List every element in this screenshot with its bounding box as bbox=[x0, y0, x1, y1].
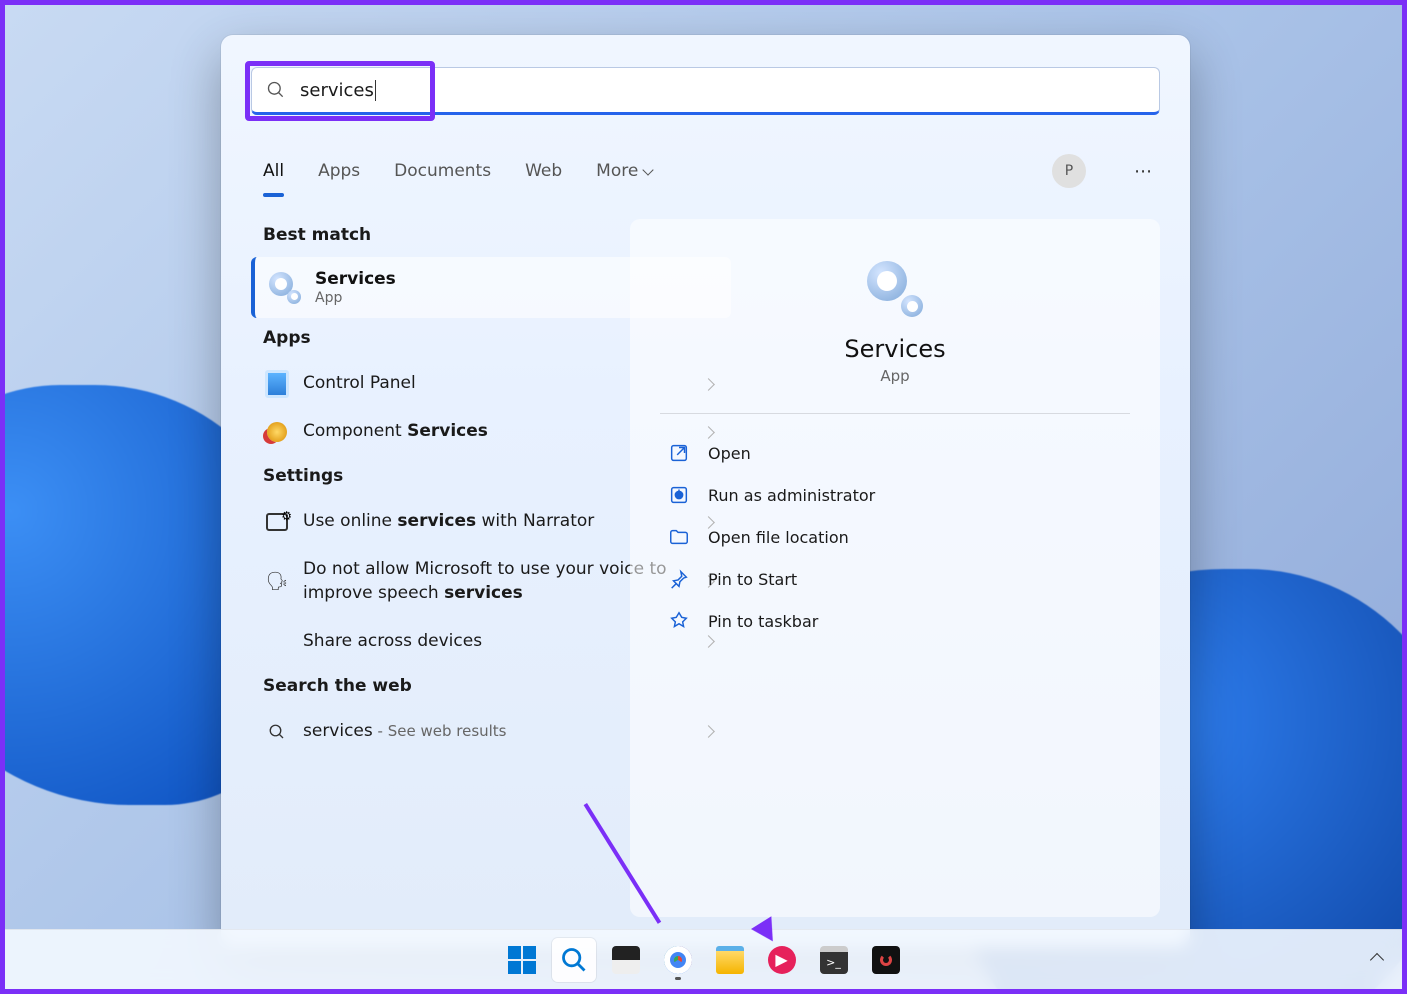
best-match-subtitle: App bbox=[315, 290, 396, 306]
chevron-up-icon bbox=[1370, 952, 1384, 966]
tab-all[interactable]: All bbox=[261, 151, 286, 191]
detail-subtitle: App bbox=[650, 367, 1140, 385]
chevron-down-icon bbox=[643, 164, 654, 175]
action-pin-taskbar[interactable]: Pin to taskbar bbox=[650, 600, 1140, 642]
taskbar-explorer[interactable] bbox=[708, 938, 752, 982]
speech-icon: 🗣 bbox=[265, 570, 289, 594]
taskbar-app-1[interactable]: ▶ bbox=[760, 938, 804, 982]
component-services-icon bbox=[267, 422, 287, 442]
folder-icon bbox=[716, 946, 744, 974]
search-icon bbox=[265, 720, 289, 744]
action-open[interactable]: Open bbox=[650, 432, 1140, 474]
app-icon: ▶ bbox=[768, 946, 796, 974]
taskbar-start-button[interactable] bbox=[500, 938, 544, 982]
search-icon bbox=[266, 80, 286, 100]
tab-more[interactable]: More bbox=[594, 151, 654, 191]
ellipsis-icon: ⋯ bbox=[1134, 161, 1154, 182]
start-search-panel: services All Apps Documents Web More P ⋯… bbox=[221, 35, 1190, 947]
chrome-icon bbox=[664, 946, 692, 974]
search-icon bbox=[560, 946, 588, 974]
services-icon-large bbox=[867, 261, 923, 317]
taskbar-terminal[interactable]: >_ bbox=[812, 938, 856, 982]
taskbar-app-2[interactable] bbox=[864, 938, 908, 982]
action-pin-start[interactable]: Pin to Start bbox=[650, 558, 1140, 600]
tab-documents[interactable]: Documents bbox=[392, 151, 493, 191]
taskbar: ▶ >_ bbox=[5, 929, 1402, 989]
monitor-icon bbox=[266, 513, 288, 531]
services-icon bbox=[269, 272, 301, 304]
search-query-text: services bbox=[300, 80, 376, 101]
divider bbox=[660, 413, 1130, 414]
search-input[interactable]: services bbox=[251, 67, 1160, 115]
pin-icon bbox=[668, 610, 690, 632]
action-open-location[interactable]: Open file location bbox=[650, 516, 1140, 558]
action-run-admin[interactable]: Run as administrator bbox=[650, 474, 1140, 516]
terminal-icon: >_ bbox=[820, 946, 848, 974]
taskbar-search-button[interactable] bbox=[552, 938, 596, 982]
app-icon bbox=[872, 946, 900, 974]
taskbar-chrome[interactable] bbox=[656, 938, 700, 982]
user-avatar[interactable]: P bbox=[1052, 154, 1086, 188]
control-panel-icon bbox=[265, 370, 289, 398]
blank-icon bbox=[265, 630, 289, 654]
shield-icon bbox=[668, 484, 690, 506]
more-options-button[interactable]: ⋯ bbox=[1128, 155, 1160, 187]
search-filter-tabs: All Apps Documents Web More P ⋯ bbox=[251, 145, 1160, 197]
taskview-icon bbox=[612, 946, 640, 974]
folder-icon bbox=[668, 526, 690, 548]
open-icon bbox=[668, 442, 690, 464]
tab-apps[interactable]: Apps bbox=[316, 151, 362, 191]
tab-web[interactable]: Web bbox=[523, 151, 564, 191]
system-tray-expand[interactable] bbox=[1372, 955, 1382, 965]
detail-title: Services bbox=[650, 335, 1140, 363]
windows-logo-icon bbox=[508, 946, 536, 974]
taskbar-taskview[interactable] bbox=[604, 938, 648, 982]
pin-icon bbox=[668, 568, 690, 590]
detail-preview-card: Services App Open Run as administrator O… bbox=[630, 219, 1160, 917]
best-match-title: Services bbox=[315, 269, 396, 289]
desktop-wallpaper: services All Apps Documents Web More P ⋯… bbox=[5, 5, 1402, 989]
